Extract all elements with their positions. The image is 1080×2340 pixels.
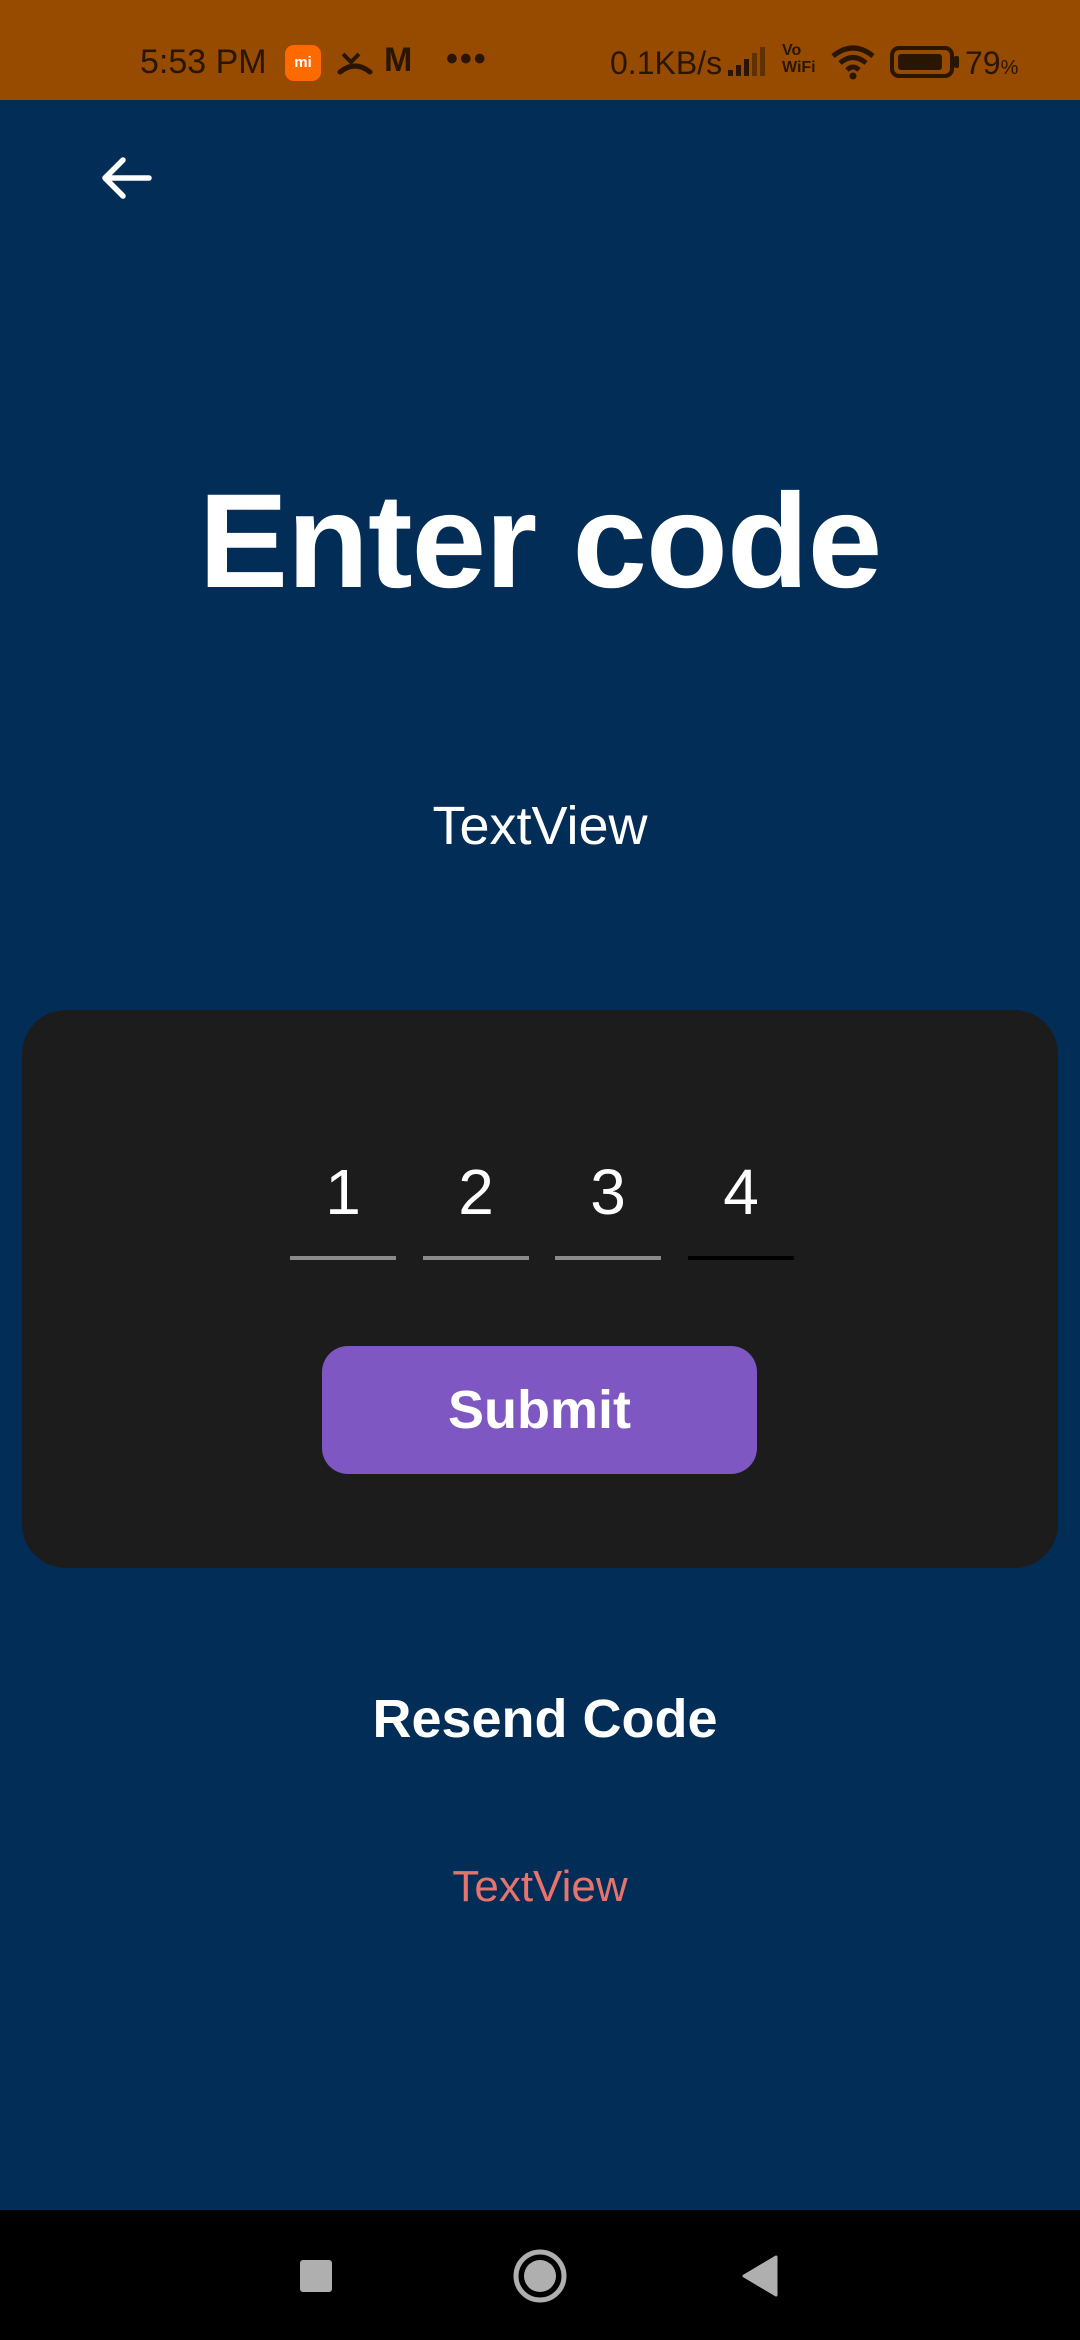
battery-icon <box>890 46 960 86</box>
navigation-bar <box>0 2210 1080 2340</box>
otp-digit-3[interactable]: 3 <box>555 1140 661 1260</box>
otp-input-row: 1 2 3 4 <box>290 1140 835 1260</box>
otp-digit-1[interactable]: 1 <box>290 1140 396 1260</box>
vowifi-top: Vo <box>782 42 802 59</box>
page-title: Enter code <box>198 467 883 616</box>
subtitle-text: TextView <box>432 796 648 856</box>
recents-square-icon[interactable] <box>298 2258 334 2299</box>
back-triangle-icon[interactable] <box>740 2254 780 2303</box>
network-speed: 0.1KB/s <box>610 45 723 81</box>
timer-text: TextView <box>452 1862 628 1911</box>
vowifi-bottom: WiFi <box>782 59 816 76</box>
more-notifications-icon: ••• <box>446 40 488 78</box>
code-card: 1 2 3 4 Submit <box>22 1010 1058 1568</box>
status-time: 5:53 PM <box>140 43 267 81</box>
wifi-icon <box>830 44 876 88</box>
battery-symbol: % <box>1000 57 1019 79</box>
otp-digit-4[interactable]: 4 <box>688 1140 794 1260</box>
resend-code-button[interactable]: Resend Code <box>0 1688 1080 1750</box>
carrier-icon: M <box>384 41 413 79</box>
missed-call-icon <box>337 44 373 86</box>
back-button[interactable] <box>90 145 160 215</box>
submit-button[interactable]: Submit <box>322 1346 757 1474</box>
arrow-left-icon <box>97 154 153 207</box>
battery-percent: 79% <box>965 45 1018 82</box>
home-circle-icon[interactable] <box>512 2248 568 2309</box>
signal-icon <box>728 46 768 84</box>
battery-number: 79 <box>965 45 1001 81</box>
otp-digit-2[interactable]: 2 <box>423 1140 529 1260</box>
vowifi-icon: Vo WiFi <box>782 42 816 76</box>
status-bar: 5:53 PM mi M ••• 0.1KB/s Vo WiFi 79% <box>0 0 1080 100</box>
mi-icon: mi <box>285 45 321 81</box>
